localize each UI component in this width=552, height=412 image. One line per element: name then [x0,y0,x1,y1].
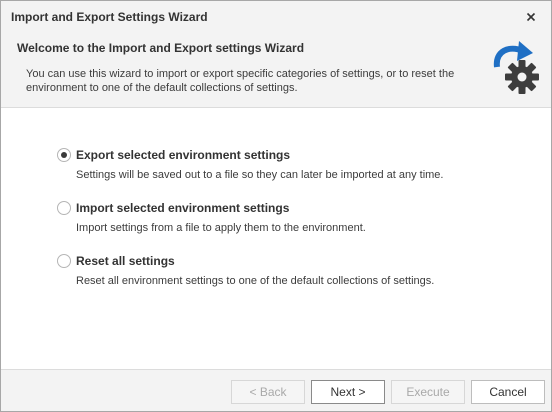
next-button[interactable]: Next > [311,380,385,404]
export-label: Export selected environment settings [76,148,291,162]
title-bar: Import and Export Settings Wizard [1,1,551,33]
button-bar: < Back Next > Execute Cancel [1,369,551,411]
reset-description: Reset all environment settings to one of… [76,275,435,287]
import-radio[interactable] [57,201,71,215]
back-button[interactable]: < Back [231,380,305,404]
header-description: You can use this wizard to import or exp… [26,68,455,94]
reset-label: Reset all settings [76,254,175,268]
cancel-button[interactable]: Cancel [471,380,545,404]
close-button[interactable] [521,7,541,27]
import-description: Import settings from a file to apply the… [76,222,366,234]
execute-button[interactable]: Execute [391,380,465,404]
refresh-gear-icon [487,37,547,99]
wizard-window: Import and Export Settings Wizard Welcom… [0,0,552,412]
reset-radio[interactable] [57,254,71,268]
export-description: Settings will be saved out to a file so … [76,169,444,181]
options-panel: Export selected environment settings Set… [1,108,551,378]
import-label: Import selected environment settings [76,201,290,215]
export-radio[interactable] [57,148,71,162]
window-title: Import and Export Settings Wizard [11,10,208,24]
close-icon [526,12,536,22]
wizard-header: Welcome to the Import and Export setting… [1,33,551,108]
header-title: Welcome to the Import and Export setting… [17,41,305,55]
